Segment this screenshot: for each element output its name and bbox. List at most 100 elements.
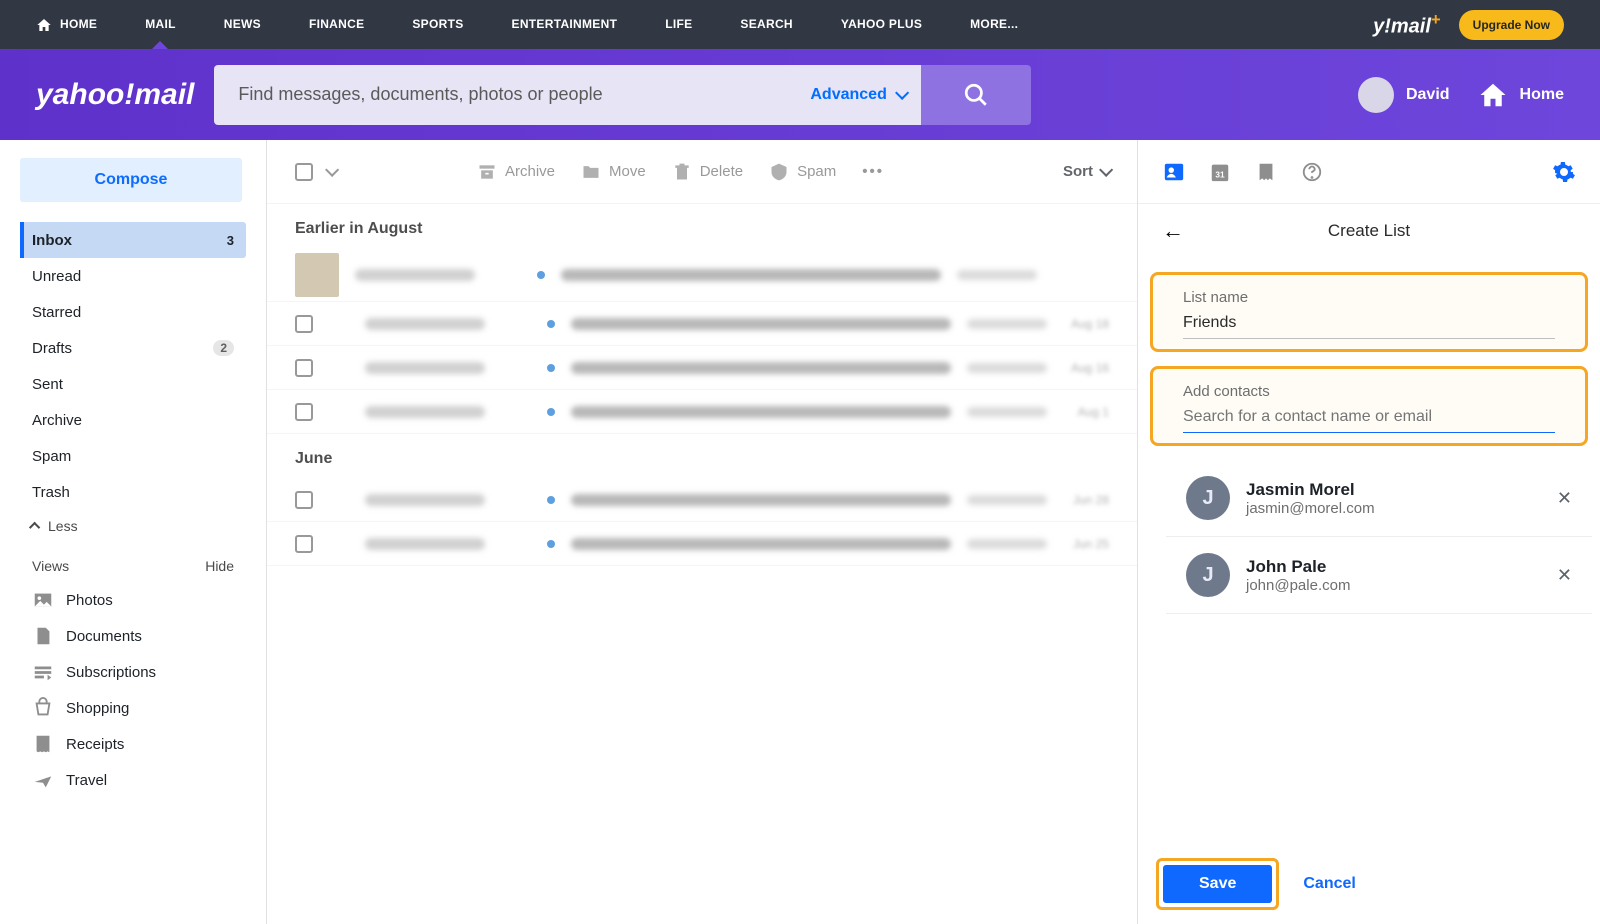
home-icon [1478, 80, 1508, 110]
back-arrow[interactable]: ← [1162, 218, 1184, 244]
message-checkbox[interactable] [295, 403, 313, 421]
topnav-entertainment[interactable]: ENTERTAINMENT [488, 0, 642, 49]
move-icon [581, 162, 601, 182]
travel-icon [32, 769, 54, 791]
chevron-down-icon [1099, 162, 1113, 176]
topnav-mail[interactable]: MAIL [121, 0, 200, 49]
topnav-search[interactable]: SEARCH [716, 0, 816, 49]
settings-icon[interactable] [1552, 160, 1576, 184]
user-chip[interactable]: David [1358, 77, 1450, 113]
archive-action[interactable]: Archive [477, 162, 555, 182]
date-header: June [267, 434, 1137, 478]
folder-spam[interactable]: Spam [20, 438, 246, 474]
move-action[interactable]: Move [581, 162, 646, 182]
notes-icon[interactable] [1254, 160, 1278, 184]
view-documents[interactable]: Documents [20, 618, 246, 654]
message-checkbox[interactable] [295, 491, 313, 509]
view-shopping[interactable]: Shopping [20, 690, 246, 726]
topnav-more[interactable]: MORE... [946, 0, 1042, 49]
list-name-label: List name [1183, 289, 1555, 306]
photos-icon [32, 589, 54, 611]
delete-action[interactable]: Delete [672, 162, 743, 182]
contact-item: J John Pale john@pale.com ✕ [1166, 537, 1592, 614]
receipts-icon [32, 733, 54, 755]
topnav-news[interactable]: NEWS [200, 0, 285, 49]
message-row[interactable]: Aug 1 [267, 390, 1137, 434]
delete-icon [672, 162, 692, 182]
message-row[interactable] [267, 248, 1137, 302]
top-nav: HOME MAIL NEWS FINANCE SPORTS ENTERTAINM… [0, 0, 1600, 49]
remove-contact-icon[interactable]: ✕ [1557, 565, 1572, 586]
folder-sent[interactable]: Sent [20, 366, 246, 402]
list-name-input[interactable] [1183, 310, 1555, 339]
folder-trash[interactable]: Trash [20, 474, 246, 510]
folder-starred[interactable]: Starred [20, 294, 246, 330]
message-row[interactable]: Jun 25 [267, 522, 1137, 566]
header-bar: yahoo!mail Advanced David Home [0, 49, 1600, 140]
select-all-checkbox[interactable] [295, 163, 313, 181]
view-photos[interactable]: Photos [20, 582, 246, 618]
panel-header: ← Create List [1138, 204, 1600, 258]
cancel-button[interactable]: Cancel [1303, 875, 1355, 893]
add-contacts-input[interactable] [1183, 404, 1555, 433]
topnav-life[interactable]: LIFE [641, 0, 716, 49]
panel-title: Create List [1138, 221, 1600, 241]
contacts-panel: 31 ← Create List List name Add contacts … [1138, 140, 1600, 924]
date-header: Earlier in August [267, 204, 1137, 248]
home-chip[interactable]: Home [1478, 80, 1564, 110]
topnav-home[interactable]: HOME [36, 0, 121, 49]
contact-email: jasmin@morel.com [1246, 500, 1557, 517]
chevron-up-icon [29, 522, 40, 533]
archive-icon [477, 162, 497, 182]
chevron-down-icon [895, 85, 909, 99]
contacts-icon[interactable] [1162, 160, 1186, 184]
home-icon [36, 17, 52, 33]
list-name-field: List name [1150, 272, 1588, 352]
spam-action[interactable]: Spam [769, 162, 836, 182]
select-dropdown[interactable] [325, 162, 339, 176]
compose-button[interactable]: Compose [20, 158, 242, 202]
more-action[interactable]: ••• [862, 163, 884, 180]
search-box: Advanced [214, 65, 1030, 125]
message-checkbox[interactable] [295, 535, 313, 553]
folder-drafts[interactable]: Drafts2 [20, 330, 246, 366]
search-input[interactable] [214, 65, 794, 125]
calendar-icon[interactable]: 31 [1208, 160, 1232, 184]
contact-email: john@pale.com [1246, 577, 1557, 594]
folder-inbox[interactable]: Inbox3 [20, 222, 246, 258]
folder-unread[interactable]: Unread [20, 258, 246, 294]
message-row[interactable]: Jun 28 [267, 478, 1137, 522]
sidebar: Compose Inbox3UnreadStarredDrafts2SentAr… [0, 140, 267, 924]
save-button[interactable]: Save [1163, 865, 1272, 903]
advanced-search[interactable]: Advanced [794, 65, 920, 125]
subscriptions-icon [32, 661, 54, 683]
topnav-sports[interactable]: SPORTS [388, 0, 487, 49]
shopping-icon [32, 697, 54, 719]
less-toggle[interactable]: Less [20, 510, 246, 542]
view-subscriptions[interactable]: Subscriptions [20, 654, 246, 690]
folder-archive[interactable]: Archive [20, 402, 246, 438]
help-icon[interactable] [1300, 160, 1324, 184]
message-row[interactable]: Aug 16 [267, 346, 1137, 390]
remove-contact-icon[interactable]: ✕ [1557, 488, 1572, 509]
topnav-finance[interactable]: FINANCE [285, 0, 388, 49]
ymail-plus-logo: y!mail+ [1373, 10, 1441, 39]
message-checkbox[interactable] [295, 359, 313, 377]
view-travel[interactable]: Travel [20, 762, 246, 798]
message-row[interactable]: Aug 18 [267, 302, 1137, 346]
contact-avatar: J [1186, 476, 1230, 520]
message-toolbar: Archive Move Delete Spam ••• Sort [267, 140, 1137, 204]
hide-views[interactable]: Hide [205, 558, 234, 574]
view-receipts[interactable]: Receipts [20, 726, 246, 762]
add-contacts-field: Add contacts [1150, 366, 1588, 446]
save-highlight: Save [1156, 858, 1279, 910]
message-checkbox[interactable] [295, 315, 313, 333]
search-button[interactable] [921, 65, 1031, 125]
contact-avatar: J [1186, 553, 1230, 597]
contact-name: John Pale [1246, 557, 1557, 577]
topnav-yahoo-plus[interactable]: YAHOO PLUS [817, 0, 946, 49]
main-content: Compose Inbox3UnreadStarredDrafts2SentAr… [0, 140, 1600, 924]
panel-footer: Save Cancel [1138, 844, 1600, 924]
sort-action[interactable]: Sort [1063, 163, 1109, 180]
upgrade-button[interactable]: Upgrade Now [1459, 10, 1564, 40]
